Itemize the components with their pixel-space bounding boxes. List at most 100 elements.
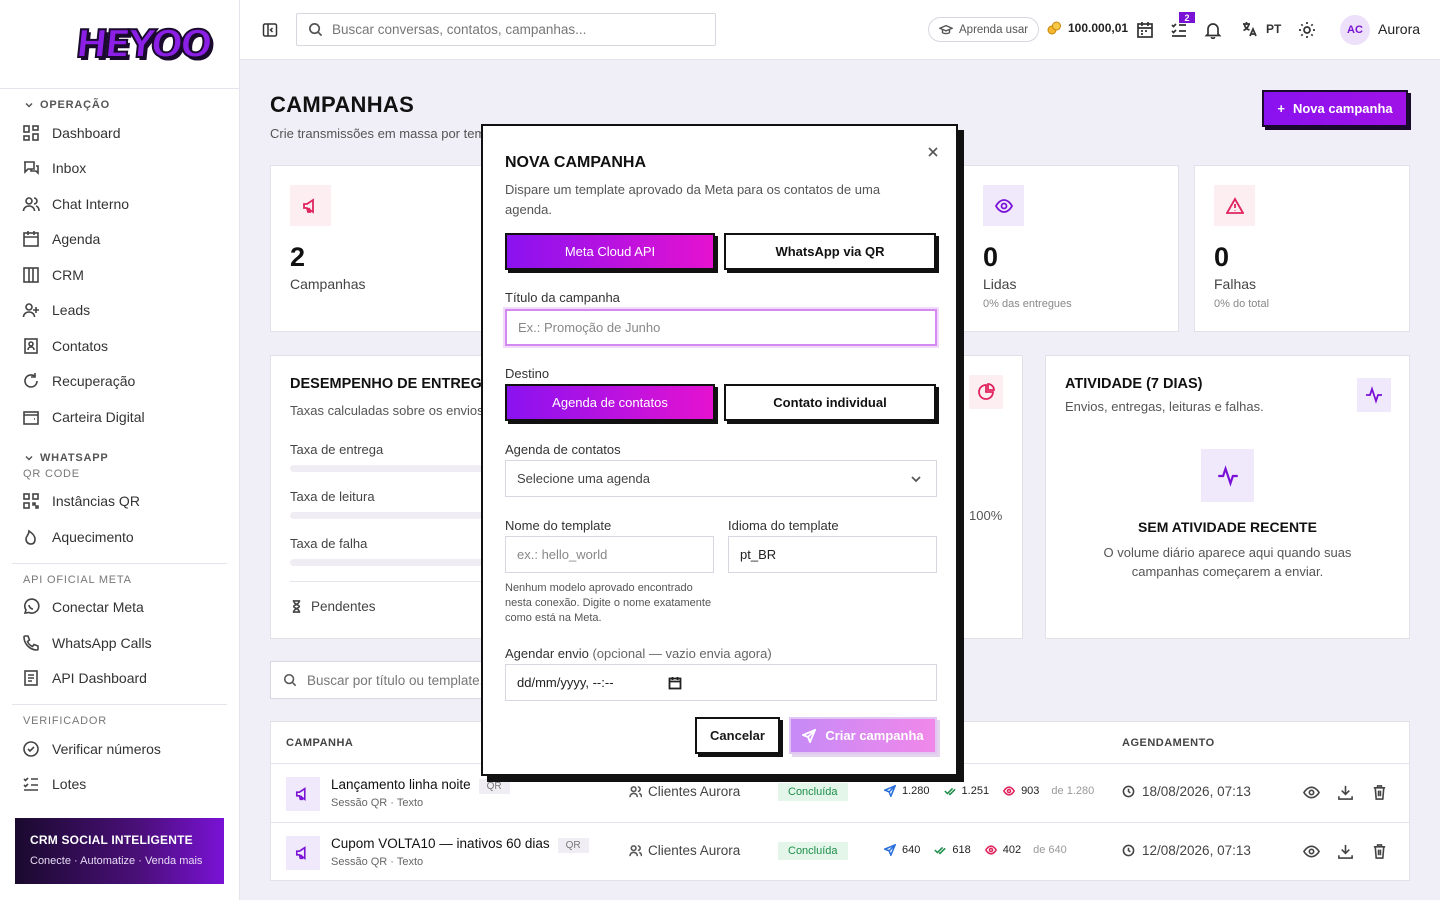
coins-balance[interactable]: 100.000,01 bbox=[1046, 20, 1128, 36]
stat-value: 0 bbox=[1214, 242, 1230, 272]
template-language-label: Idioma do template bbox=[728, 518, 839, 533]
sidebar-item-conectar-meta[interactable]: Conectar Meta bbox=[12, 590, 227, 626]
language-selector[interactable]: PT bbox=[1242, 21, 1281, 37]
sidebar-nav: OPERAÇÃO Dashboard Inbox Chat Interno Ag… bbox=[0, 89, 239, 802]
checklist-icon bbox=[23, 777, 38, 792]
sidebar-divider bbox=[12, 562, 227, 564]
schedule-datetime-input[interactable]: dd/mm/yyyy, --:-- bbox=[505, 664, 937, 701]
sidebar-item-label: Recuperação bbox=[52, 373, 136, 390]
template-name-label: Nome do template bbox=[505, 518, 612, 533]
column-header-campanha[interactable]: CAMPANHA bbox=[286, 737, 353, 749]
send-icon bbox=[884, 785, 896, 797]
percentage-label: 100% bbox=[969, 508, 1003, 523]
global-search-input[interactable]: Buscar conversas, contatos, campanhas... bbox=[296, 13, 716, 46]
template-language-input[interactable]: pt_BR bbox=[728, 536, 937, 573]
trash-icon[interactable] bbox=[1371, 843, 1388, 860]
destino-individual-button[interactable]: Contato individual bbox=[724, 384, 936, 421]
avatar[interactable]: AC bbox=[1340, 15, 1370, 45]
sidebar-toggle-button[interactable] bbox=[262, 22, 278, 38]
schedule-label-text: Agendar envio bbox=[505, 646, 589, 661]
calendar-icon[interactable] bbox=[668, 676, 682, 690]
section-label: OPERAÇÃO bbox=[40, 99, 110, 111]
sidebar-item-instancias-qr[interactable]: Instâncias QR bbox=[12, 484, 227, 520]
sidebar-item-crm[interactable]: CRM bbox=[12, 257, 227, 293]
send-icon bbox=[884, 844, 896, 856]
theme-toggle-button[interactable] bbox=[1298, 21, 1316, 39]
agenda-select[interactable]: Selecione uma agenda bbox=[505, 460, 937, 497]
chevron-down-icon bbox=[25, 455, 33, 461]
eye-icon bbox=[984, 845, 997, 855]
section-verificador: VERIFICADOR bbox=[23, 715, 107, 727]
brand-logo[interactable]: HEYOO bbox=[73, 21, 213, 67]
section-whatsapp[interactable]: WHATSAPP bbox=[12, 448, 227, 468]
new-campaign-label: Nova campanha bbox=[1292, 101, 1393, 116]
activity-pulse-icon bbox=[1366, 386, 1382, 404]
empty-state-text: O volume diário aparece aqui quando suas… bbox=[1103, 545, 1352, 579]
wallet-icon bbox=[23, 410, 39, 425]
download-icon[interactable] bbox=[1337, 784, 1354, 801]
double-check-icon bbox=[943, 787, 956, 796]
modal-title: NOVA CAMPANHA bbox=[505, 154, 647, 171]
username[interactable]: Aurora bbox=[1378, 21, 1420, 37]
sidebar-item-api-dashboard[interactable]: API Dashboard bbox=[12, 661, 227, 697]
section-api-meta: API OFICIAL META bbox=[23, 573, 132, 586]
new-campaign-button[interactable]: + Nova campanha bbox=[1262, 90, 1408, 127]
learn-button[interactable]: Aprenda usar bbox=[928, 17, 1040, 42]
sidebar-item-chat-interno[interactable]: Chat Interno bbox=[12, 186, 227, 222]
schedule-optional: (opcional — vazio envia agora) bbox=[592, 646, 772, 661]
trash-icon[interactable] bbox=[1371, 784, 1388, 801]
stat-card-campanhas: 2 Campanhas bbox=[270, 165, 485, 332]
chevron-down-icon bbox=[25, 102, 33, 108]
learn-label: Aprenda usar bbox=[959, 23, 1029, 36]
pie-chart-icon bbox=[978, 383, 995, 400]
page-title: CAMPANHAS bbox=[270, 92, 415, 117]
translate-icon bbox=[1243, 22, 1257, 37]
create-campaign-label: Criar campanha bbox=[825, 728, 924, 743]
section-operacao[interactable]: OPERAÇÃO bbox=[12, 95, 227, 115]
calendar-button[interactable] bbox=[1136, 21, 1154, 39]
user-plus-icon bbox=[22, 303, 39, 318]
sidebar-item-aquecimento[interactable]: Aquecimento bbox=[12, 519, 227, 555]
eye-icon[interactable] bbox=[1303, 784, 1320, 801]
campaign-title-input[interactable]: Ex.: Promoção de Junho bbox=[505, 309, 937, 346]
stat-value: 2 bbox=[290, 242, 306, 272]
row-icon-box bbox=[286, 777, 320, 811]
sidebar-item-agenda[interactable]: Agenda bbox=[12, 222, 227, 258]
notifications-button[interactable] bbox=[1204, 21, 1222, 40]
sidebar-item-recuperacao[interactable]: Recuperação bbox=[12, 364, 227, 400]
alert-triangle-icon bbox=[1225, 196, 1244, 214]
sidebar-item-inbox[interactable]: Inbox bbox=[12, 151, 227, 187]
tasks-badge: 2 bbox=[1179, 12, 1195, 23]
create-campaign-button[interactable]: Criar campanha bbox=[789, 717, 937, 754]
sidebar-item-label: Leads bbox=[52, 302, 91, 319]
sidebar-item-leads[interactable]: Leads bbox=[12, 293, 227, 329]
chevron-down-icon bbox=[911, 475, 921, 482]
table-row[interactable]: Cupom VOLTA10 — inativos 60 dias QR Sessã… bbox=[271, 823, 1409, 882]
sidebar-item-dashboard[interactable]: Dashboard bbox=[12, 115, 227, 151]
channel-whatsapp-qr-button[interactable]: WhatsApp via QR bbox=[724, 233, 936, 270]
template-name-input[interactable]: ex.: hello_world bbox=[505, 536, 714, 573]
cancel-button[interactable]: Cancelar bbox=[695, 717, 780, 754]
tasks-button[interactable] bbox=[1170, 21, 1188, 39]
channel-meta-cloud-button[interactable]: Meta Cloud API bbox=[505, 233, 715, 270]
column-header-agendamento[interactable]: AGENDAMENTO bbox=[1122, 737, 1215, 749]
destino-agenda-button[interactable]: Agenda de contatos bbox=[505, 384, 715, 421]
sidebar-item-verificar-numeros[interactable]: Verificar números bbox=[12, 731, 227, 767]
promo-banner[interactable]: CRM SOCIAL INTELIGENTE Conecte · Automat… bbox=[15, 818, 224, 884]
sidebar-item-carteira[interactable]: Carteira Digital bbox=[12, 399, 227, 435]
sidebar-item-contatos[interactable]: Contatos bbox=[12, 328, 227, 364]
download-icon[interactable] bbox=[1337, 843, 1354, 860]
sidebar-toggle-icon bbox=[262, 23, 278, 37]
eye-icon[interactable] bbox=[1303, 843, 1320, 860]
bell-icon bbox=[1204, 23, 1222, 40]
metric-read: 903 bbox=[1021, 785, 1040, 797]
close-button[interactable] bbox=[926, 145, 940, 159]
campaign-destination: Clientes Aurora bbox=[629, 784, 740, 799]
sidebar-item-lotes[interactable]: Lotes bbox=[12, 767, 227, 803]
hourglass-icon bbox=[292, 600, 301, 613]
sidebar-item-whatsapp-calls[interactable]: WhatsApp Calls bbox=[12, 625, 227, 661]
subsection-qr-code: QR CODE bbox=[23, 467, 80, 480]
stat-sub: 0% das entregues bbox=[983, 298, 1072, 310]
plus-icon: + bbox=[1277, 101, 1285, 116]
sidebar: HEYOO OPERAÇÃO Dashboard Inbox Chat Inte… bbox=[0, 0, 240, 900]
